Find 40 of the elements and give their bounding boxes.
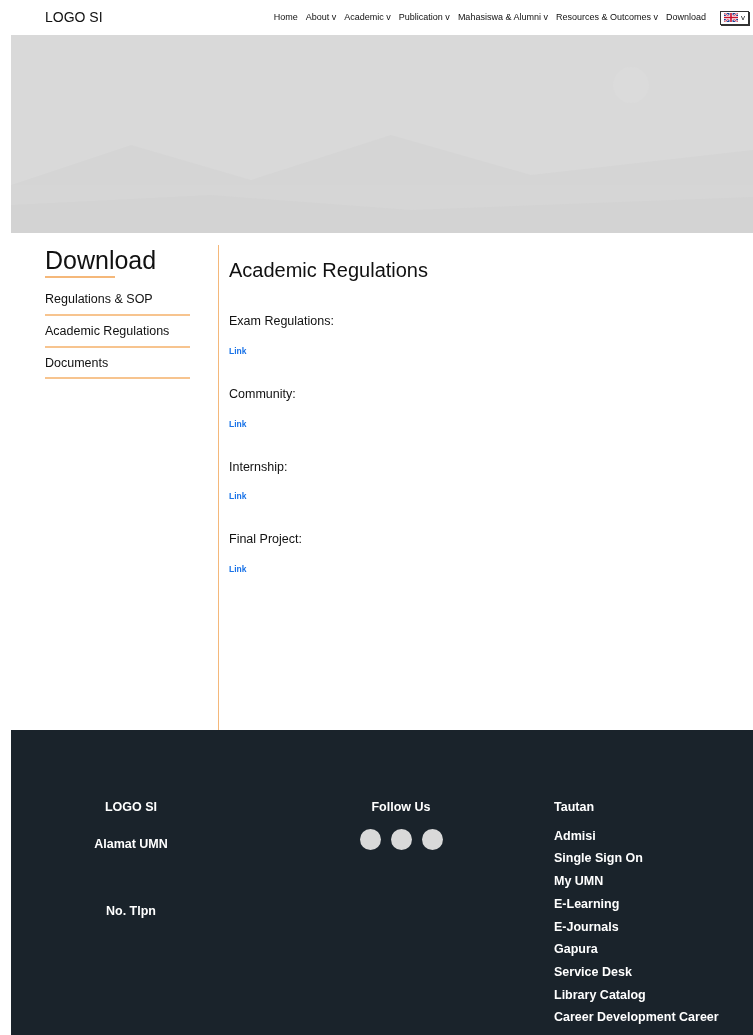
footer-link[interactable]: Service Desk [554, 960, 719, 984]
sidebar-item[interactable]: Documents [45, 351, 190, 380]
social-icon[interactable] [421, 828, 443, 850]
nav-link[interactable]: Resources & Outcomes v [551, 10, 662, 25]
nav-link[interactable]: Academic v [340, 10, 395, 25]
footer-link[interactable]: Single Sign On [554, 847, 719, 871]
footer-link[interactable]: My UMN [554, 870, 719, 893]
section-label: Exam Regulations: [229, 313, 335, 330]
footer-link[interactable]: Career Development Career [554, 1006, 719, 1030]
footer-heading: Follow Us [371, 799, 431, 816]
nav-link[interactable]: Download [661, 10, 710, 25]
footer-link[interactable]: Library Catalog [554, 983, 719, 1007]
footer-link[interactable]: Gapura [554, 938, 719, 961]
footer-heading: Tautan [554, 799, 596, 816]
social-icon[interactable] [359, 828, 381, 850]
flag-icon [724, 13, 738, 22]
sidebar-item[interactable]: Regulations & SOP [45, 288, 190, 316]
section-label: Community: [229, 385, 297, 403]
section-link[interactable]: Link [229, 564, 247, 574]
section-label: Internship: [229, 458, 289, 476]
section-label: Final Project: [229, 531, 303, 549]
section-link[interactable]: Link [229, 418, 247, 429]
section-link[interactable]: Link [229, 345, 247, 356]
nav-link[interactable]: Publication v [394, 10, 454, 25]
footer-logo: LOGO SI [104, 799, 158, 816]
nav-link[interactable]: Home [269, 10, 302, 25]
footer-phone: No. Tlpn [106, 902, 156, 920]
footer-address: Alamat UMN [94, 835, 168, 853]
language-selector[interactable]: v [720, 10, 749, 25]
footer-link[interactable]: E-Learning [554, 892, 719, 916]
section-link[interactable]: Link [229, 491, 247, 502]
social-icon[interactable] [390, 828, 412, 850]
section-title: Academic Regulations [229, 258, 428, 282]
nav-link[interactable]: Mahasiswa & Alumni v [453, 10, 552, 25]
footer-link[interactable]: Admisi [554, 824, 719, 848]
sidebar-item[interactable]: Academic Regulations [45, 319, 190, 348]
logo: LOGO SI [45, 8, 103, 27]
footer-link[interactable]: E-Journals [554, 915, 719, 939]
nav-link[interactable]: About v [301, 10, 341, 25]
page-title: Download [45, 245, 157, 275]
